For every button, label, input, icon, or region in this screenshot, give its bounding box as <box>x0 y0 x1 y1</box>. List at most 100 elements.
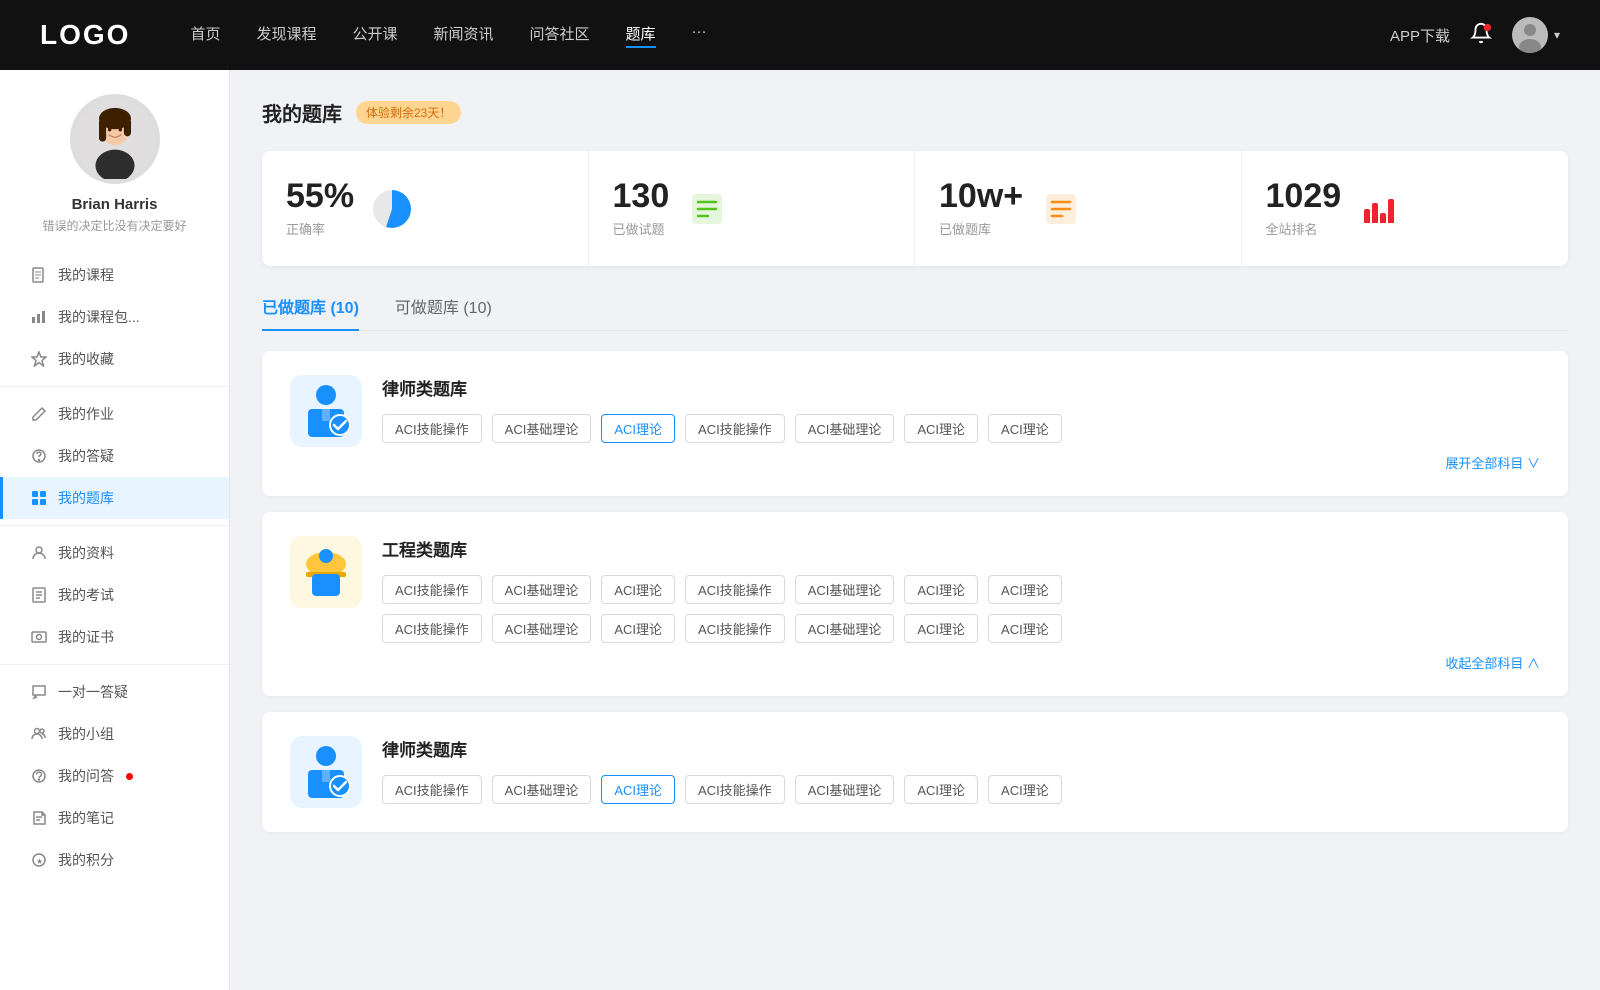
eng-tag2-3[interactable]: ACI技能操作 <box>685 614 785 643</box>
tab-done-banks[interactable]: 已做题库 (10) <box>262 294 359 330</box>
eng-tag2-6[interactable]: ACI理论 <box>988 614 1062 643</box>
law2-tag-4[interactable]: ACI基础理论 <box>795 775 895 804</box>
law2-tag-5[interactable]: ACI理论 <box>904 775 978 804</box>
navbar-right: APP下载 ▾ <box>1390 17 1560 53</box>
sidebar-item-my-qa[interactable]: 我的问答 <box>0 755 229 797</box>
accuracy-pie-icon <box>372 189 412 229</box>
qbank-lawyer-2-icon <box>290 736 362 808</box>
qbank-header-lawyer-1: 律师类题库 ACI技能操作 ACI基础理论 ACI理论 ACI技能操作 ACI基… <box>290 375 1540 472</box>
nav-open-course[interactable]: 公开课 <box>352 23 397 48</box>
sidebar-item-questionbank[interactable]: 我的题库 <box>0 477 229 519</box>
stat-done-questions-value: 130 <box>613 179 670 213</box>
expand-lawyer-1[interactable]: 展开全部科目 ∨ <box>382 453 1540 472</box>
qbank-lawyer-1-tags: ACI技能操作 ACI基础理论 ACI理论 ACI技能操作 ACI基础理论 AC… <box>382 414 1540 443</box>
nav-qa[interactable]: 问答社区 <box>530 23 590 48</box>
eng-tag2-0[interactable]: ACI技能操作 <box>382 614 482 643</box>
qbank-header-lawyer-2: 律师类题库 ACI技能操作 ACI基础理论 ACI理论 ACI技能操作 ACI基… <box>290 736 1540 808</box>
law2-tag-2-active[interactable]: ACI理论 <box>601 775 675 804</box>
sidebar-item-exam[interactable]: 我的考试 <box>0 574 229 616</box>
tag-2-active[interactable]: ACI理论 <box>601 414 675 443</box>
eng-tag-1[interactable]: ACI基础理论 <box>492 575 592 604</box>
sidebar-label-my-course: 我的课程 <box>58 265 114 285</box>
qa-notification-dot <box>126 773 133 780</box>
stat-done-banks-label: 已做题库 <box>939 219 1023 238</box>
law2-tag-1[interactable]: ACI基础理论 <box>492 775 592 804</box>
qbank-engineer-icon <box>290 536 362 608</box>
eng-tag-3[interactable]: ACI技能操作 <box>685 575 785 604</box>
tag-6[interactable]: ACI理论 <box>988 414 1062 443</box>
stat-accuracy: 55% 正确率 <box>262 151 589 266</box>
qbank-lawyer-2-title: 律师类题库 <box>382 736 1540 761</box>
stat-rank-text: 1029 全站排名 <box>1266 179 1342 238</box>
sidebar-item-notes[interactable]: 我的笔记 <box>0 797 229 839</box>
page-title-bar: 我的题库 体验剩余23天！ <box>262 98 1568 127</box>
qbank-card-lawyer-2: 律师类题库 ACI技能操作 ACI基础理论 ACI理论 ACI技能操作 ACI基… <box>262 712 1568 832</box>
qbank-lawyer-1-info: 律师类题库 ACI技能操作 ACI基础理论 ACI理论 ACI技能操作 ACI基… <box>382 375 1540 472</box>
sidebar-label-profile: 我的资料 <box>58 543 114 563</box>
nav-news[interactable]: 新闻资讯 <box>434 23 494 48</box>
tag-4[interactable]: ACI基础理论 <box>795 414 895 443</box>
eng-tag2-1[interactable]: ACI基础理论 <box>492 614 592 643</box>
eng-tag2-4[interactable]: ACI基础理论 <box>795 614 895 643</box>
qbank-card-lawyer-1: 律师类题库 ACI技能操作 ACI基础理论 ACI理论 ACI技能操作 ACI基… <box>262 351 1568 496</box>
sidebar-item-profile[interactable]: 我的资料 <box>0 532 229 574</box>
doc-icon <box>30 586 48 604</box>
collapse-engineer[interactable]: 收起全部科目 ∧ <box>382 653 1540 672</box>
user-avatar-dropdown[interactable]: ▾ <box>1512 17 1560 53</box>
law2-tag-3[interactable]: ACI技能操作 <box>685 775 785 804</box>
qbank-lawyer-2-info: 律师类题库 ACI技能操作 ACI基础理论 ACI理论 ACI技能操作 ACI基… <box>382 736 1540 804</box>
nav-questionbank[interactable]: 题库 <box>626 23 656 48</box>
eng-tag-2[interactable]: ACI理论 <box>601 575 675 604</box>
notification-bell-icon[interactable] <box>1470 22 1492 48</box>
sidebar-item-certificate[interactable]: 我的证书 <box>0 616 229 658</box>
app-download-link[interactable]: APP下载 <box>1390 25 1450 46</box>
sidebar-label-my-qa: 我的问答 <box>58 766 114 786</box>
eng-tag2-2[interactable]: ACI理论 <box>601 614 675 643</box>
tag-5[interactable]: ACI理论 <box>904 414 978 443</box>
sidebar-label-favorites: 我的收藏 <box>58 349 114 369</box>
tab-available-banks[interactable]: 可做题库 (10) <box>395 294 492 330</box>
sidebar-item-one-on-one[interactable]: 一对一答疑 <box>0 671 229 713</box>
sidebar-item-homework[interactable]: 我的作业 <box>0 393 229 435</box>
sidebar-item-my-course[interactable]: 我的课程 <box>0 254 229 296</box>
tag-3[interactable]: ACI技能操作 <box>685 414 785 443</box>
file-icon <box>30 266 48 284</box>
sidebar-label-certificate: 我的证书 <box>58 627 114 647</box>
user-icon <box>30 544 48 562</box>
nav-menu: 首页 发现课程 公开课 新闻资讯 问答社区 题库 ··· <box>190 23 1390 48</box>
law2-tag-0[interactable]: ACI技能操作 <box>382 775 482 804</box>
sidebar-label-homework: 我的作业 <box>58 404 114 424</box>
sidebar-item-points[interactable]: ★ 我的积分 <box>0 839 229 881</box>
eng-tag-4[interactable]: ACI基础理论 <box>795 575 895 604</box>
stat-rank-label: 全站排名 <box>1266 219 1342 238</box>
nav-courses[interactable]: 发现课程 <box>256 23 316 48</box>
sidebar-item-questions[interactable]: 我的答疑 <box>0 435 229 477</box>
chart-bar-icon <box>30 308 48 326</box>
eng-tag-5[interactable]: ACI理论 <box>904 575 978 604</box>
qbank-engineer-title: 工程类题库 <box>382 536 1540 561</box>
tag-1[interactable]: ACI基础理论 <box>492 414 592 443</box>
tag-0[interactable]: ACI技能操作 <box>382 414 482 443</box>
page-container: Brian Harris 错误的决定比没有决定要好 我的课程 我的课程包... <box>0 70 1600 990</box>
logo[interactable]: LOGO <box>40 19 130 51</box>
nav-home[interactable]: 首页 <box>190 23 220 48</box>
eng-tag-6[interactable]: ACI理论 <box>988 575 1062 604</box>
qbank-lawyer-1-title: 律师类题库 <box>382 375 1540 400</box>
sidebar-item-group[interactable]: 我的小组 <box>0 713 229 755</box>
sidebar-item-course-package[interactable]: 我的课程包... <box>0 296 229 338</box>
eng-tag-0[interactable]: ACI技能操作 <box>382 575 482 604</box>
sidebar: Brian Harris 错误的决定比没有决定要好 我的课程 我的课程包... <box>0 70 230 990</box>
sidebar-item-favorites[interactable]: 我的收藏 <box>0 338 229 380</box>
stat-done-questions-label: 已做试题 <box>613 219 670 238</box>
eng-tag2-5[interactable]: ACI理论 <box>904 614 978 643</box>
nav-more[interactable]: ··· <box>692 23 707 48</box>
qbank-engineer-info: 工程类题库 ACI技能操作 ACI基础理论 ACI理论 ACI技能操作 ACI基… <box>382 536 1540 672</box>
stat-accuracy-text: 55% 正确率 <box>286 179 354 238</box>
stat-done-questions: 130 已做试题 <box>589 151 916 266</box>
qbank-engineer-tags-row2: ACI技能操作 ACI基础理论 ACI理论 ACI技能操作 ACI基础理论 AC… <box>382 614 1540 643</box>
sidebar-label-group: 我的小组 <box>58 724 114 744</box>
stat-accuracy-label: 正确率 <box>286 219 354 238</box>
question-circle-icon <box>30 447 48 465</box>
law2-tag-6[interactable]: ACI理论 <box>988 775 1062 804</box>
sidebar-profile-avatar <box>70 94 160 184</box>
